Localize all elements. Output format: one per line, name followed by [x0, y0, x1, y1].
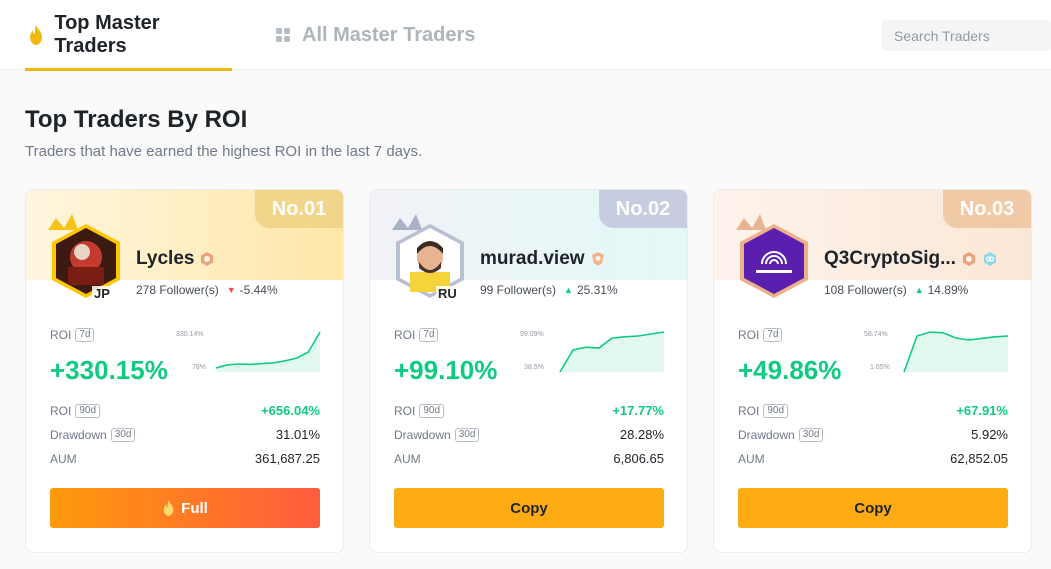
trader-name[interactable]: Lycles — [136, 248, 194, 270]
roi-90d-row: ROI 90d +67.91% — [738, 403, 1008, 418]
follower-trend: 25.31% — [576, 283, 618, 297]
follower-trend: 14.89% — [927, 283, 969, 297]
roi-90d-row: ROI 90d +656.04% — [50, 403, 320, 418]
triangle-up-icon: ▲ — [914, 285, 924, 295]
trader-name-row: Lycles — [136, 248, 215, 270]
trader-card[interactable]: No.03 Q3CryptoSig... 108 Follower(s) ▲ 14… — [713, 189, 1032, 553]
aum-value: 361,687.25 — [254, 451, 320, 466]
bronze-badge-icon — [961, 251, 977, 267]
aum-row: AUM 62,852.05 — [738, 451, 1008, 466]
drawdown-row: Drawdown 30d 5.92% — [738, 427, 1008, 442]
copy-button[interactable]: Copy — [738, 488, 1008, 528]
grid-icon — [272, 24, 294, 46]
bronze-badge-icon — [199, 251, 215, 267]
followers-row: 278 Follower(s) ▼ -5.44% — [136, 283, 278, 297]
drawdown-value: 5.92% — [971, 427, 1008, 442]
followers-count: 99 Follower(s) — [480, 283, 557, 297]
followers-count: 108 Follower(s) — [824, 283, 907, 297]
section-title: Top Traders By ROI — [25, 106, 248, 133]
drawdown-value: 31.01% — [275, 427, 320, 442]
tab-label: Top Master Traders — [54, 12, 160, 57]
followers-count: 278 Follower(s) — [136, 283, 219, 297]
drawdown-row: Drawdown 30d 31.01% — [50, 427, 320, 442]
trader-name[interactable]: murad.view — [480, 248, 585, 270]
tab-top-master-traders[interactable]: Top Master Traders — [25, 0, 232, 71]
rank-badge: No.03 — [943, 190, 1031, 228]
section-subtitle: Traders that have earned the highest ROI… — [25, 143, 423, 160]
bronze-badge-icon — [590, 251, 606, 267]
aum-row: AUM 361,687.25 — [50, 451, 320, 466]
search-input[interactable] — [882, 20, 1051, 51]
trader-name-row: murad.view — [480, 248, 606, 270]
flame-icon — [162, 500, 175, 516]
roi-sparkline: 58.74% 1.65% — [862, 326, 1010, 382]
tab-label: All Master Traders — [302, 23, 476, 46]
trader-name[interactable]: Q3CryptoSig... — [824, 248, 956, 270]
trader-card[interactable]: No.02 RU murad.view 99 Follower(s) ▲ 25.3… — [369, 189, 688, 553]
rank-badge: No.01 — [255, 190, 343, 228]
roi-7d-value: +330.15% — [50, 355, 168, 385]
link-badge-icon — [982, 251, 998, 267]
roi-sparkline: 330.14% 78% — [174, 326, 322, 382]
country-code: JP — [92, 286, 112, 301]
aum-value: 6,806.65 — [613, 451, 664, 466]
triangle-up-icon: ▲ — [564, 285, 573, 295]
roi-7d-label: ROI 7d — [394, 328, 439, 342]
roi-90d-row: ROI 90d +17.77% — [394, 403, 664, 418]
rank-badge: No.02 — [599, 190, 687, 228]
sparkline-area — [216, 332, 320, 372]
crown-avatar-icon — [736, 214, 808, 298]
country-code: RU — [436, 286, 459, 301]
triangle-down-icon: ▼ — [226, 285, 236, 295]
roi-90d-value: +67.91% — [956, 403, 1008, 418]
trader-name-row: Q3CryptoSig... — [824, 248, 998, 270]
roi-7d-value: +49.86% — [738, 355, 842, 385]
aum-value: 62,852.05 — [950, 451, 1008, 466]
follower-trend: -5.44% — [239, 283, 278, 297]
roi-90d-value: +656.04% — [261, 403, 320, 418]
roi-7d-value: +99.10% — [394, 355, 498, 385]
roi-7d-label: ROI 7d — [50, 328, 95, 342]
aum-row: AUM 6,806.65 — [394, 451, 664, 466]
full-button[interactable]: Full — [50, 488, 320, 528]
flame-icon — [25, 24, 46, 46]
tab-all-master-traders[interactable]: All Master Traders — [272, 0, 475, 70]
followers-row: 99 Follower(s) ▲ 25.31% — [480, 283, 618, 297]
roi-90d-value: +17.77% — [612, 403, 664, 418]
drawdown-row: Drawdown 30d 28.28% — [394, 427, 664, 442]
followers-row: 108 Follower(s) ▲ 14.89% — [824, 283, 968, 297]
drawdown-value: 28.28% — [619, 427, 664, 442]
top-nav: Top Master Traders All Master Traders — [0, 0, 1051, 71]
copy-button[interactable]: Copy — [394, 488, 664, 528]
trader-card[interactable]: No.01 JP Lycles 278 Follower(s) ▼ -5.44% … — [25, 189, 344, 553]
roi-sparkline: 99.09% 38.5% — [518, 326, 666, 382]
avatar[interactable] — [726, 212, 812, 298]
roi-7d-label: ROI 7d — [738, 328, 783, 342]
